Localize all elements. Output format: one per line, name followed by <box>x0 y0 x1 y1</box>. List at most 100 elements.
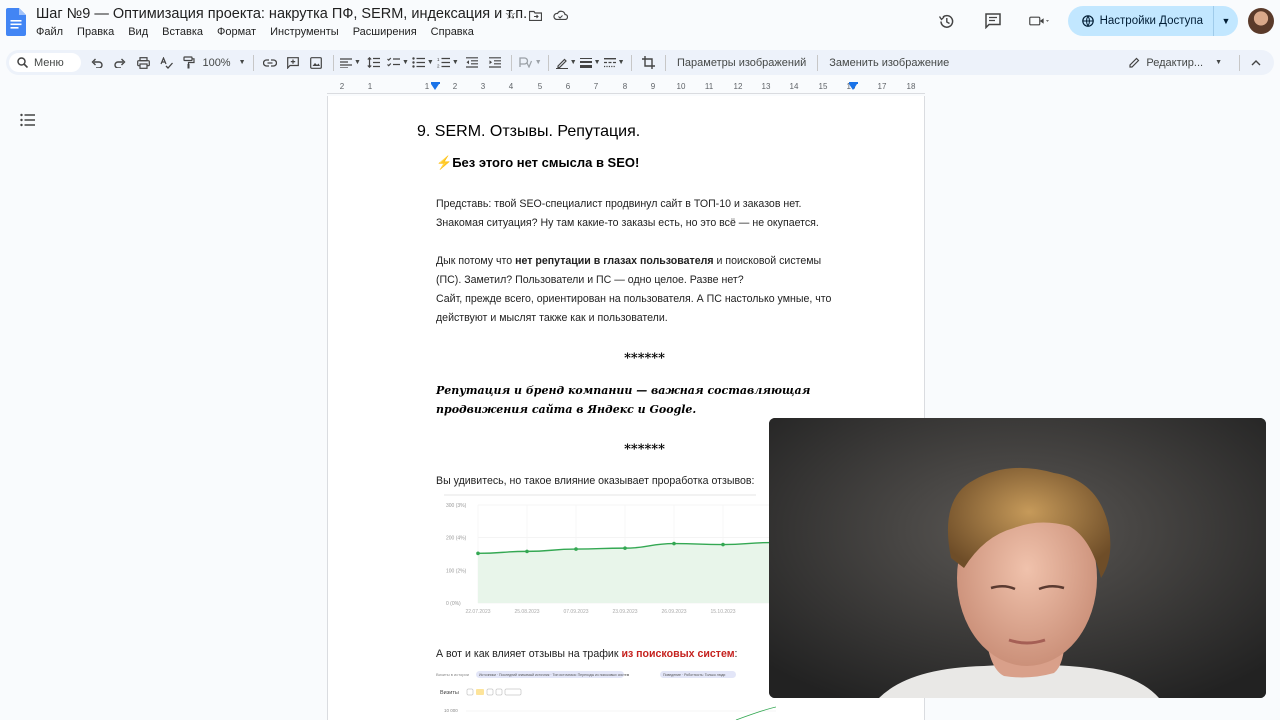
filter-chip-label: Поведение · Роботность: Только люди <box>663 673 725 677</box>
text-line: Представь: твой SEO-специалист продвинул… <box>436 198 802 210</box>
chart2-legend-label: Визиты в истории <box>436 672 469 677</box>
numbered-list-icon[interactable]: 1 2 ▼ <box>437 53 459 73</box>
menu-insert[interactable]: Вставка <box>162 26 203 38</box>
crop-icon[interactable] <box>639 53 659 73</box>
avatar[interactable] <box>1248 8 1274 34</box>
decrease-indent-icon[interactable] <box>462 53 482 73</box>
webcam-overlay[interactable] <box>769 418 1266 698</box>
red-text: из поисковых систем <box>621 648 735 660</box>
bold-text: нет репутации в глазах пользователя <box>515 255 714 267</box>
traffic-chart-image[interactable]: Визиты в истории Источники · Последний з… <box>436 669 776 720</box>
data-point <box>672 541 676 546</box>
ruler-label: 4 <box>508 82 514 91</box>
checklist-icon[interactable]: ▼ <box>387 53 409 73</box>
editing-mode-label: Редактир... <box>1146 56 1204 69</box>
spellcheck-icon[interactable] <box>156 53 176 73</box>
ruler[interactable]: 2 1 1 2 3 4 5 6 7 8 9 10 11 12 13 14 15 … <box>327 82 925 94</box>
menu-bar: Файл Правка Вид Вставка Формат Инструмен… <box>36 26 474 38</box>
add-comment-icon[interactable] <box>283 53 303 73</box>
ruler-label: 17 <box>877 82 887 91</box>
filter-chip-label: Источники · Последний значимый источник … <box>479 673 630 677</box>
chart2-option <box>504 688 522 696</box>
image-options-button[interactable]: Параметры изображений <box>671 57 812 69</box>
star-icon[interactable]: ☆ <box>502 7 519 22</box>
menu-help[interactable]: Справка <box>431 26 474 38</box>
align-icon[interactable]: ▼ <box>340 53 361 73</box>
data-point <box>476 551 480 556</box>
comments-icon[interactable] <box>983 11 1003 31</box>
ruler-label: 15 <box>818 82 828 91</box>
docs-logo-icon[interactable] <box>6 8 26 36</box>
ruler-label: 7 <box>593 82 599 91</box>
move-folder-icon[interactable] <box>527 8 544 22</box>
pencil-icon <box>1129 57 1140 68</box>
menu-view[interactable]: Вид <box>128 26 148 38</box>
x-tick-label: 25.08.2023 <box>514 609 539 615</box>
link-icon[interactable] <box>260 53 280 73</box>
toolbar: Меню 100% ▼ ▼ ▼ ▼ 1 2 ▼ ▼ ▼ ▼ ▼ Параметр… <box>6 50 1274 75</box>
x-tick-label: 23.09.2023 <box>612 609 637 615</box>
y-tick-label: 0 (0%) <box>446 601 461 607</box>
title-icons: ☆ <box>502 7 569 22</box>
menu-tools[interactable]: Инструменты <box>270 26 339 38</box>
menu-edit[interactable]: Правка <box>77 26 114 38</box>
line-spacing-icon[interactable] <box>364 53 384 73</box>
share-dropdown-icon[interactable]: ▼ <box>1214 16 1238 26</box>
separator <box>548 54 550 71</box>
separator <box>665 54 666 71</box>
print-icon[interactable] <box>133 53 153 73</box>
subheading-text: Без этого нет смысла в SEO! <box>452 155 640 170</box>
ruler-label: 13 <box>761 82 771 91</box>
meet-video-icon[interactable] <box>1028 11 1049 31</box>
share-button[interactable]: Настройки Доступа ▼ <box>1067 6 1238 36</box>
ruler-label: 10 <box>676 82 686 91</box>
paragraph-reviews-intro: Вы удивитесь, но такое влияние оказывает… <box>436 475 755 487</box>
menu-extensions[interactable]: Расширения <box>353 26 417 38</box>
chart2-option <box>466 688 474 696</box>
data-point <box>574 547 578 551</box>
zoom-select[interactable]: 100% ▼ <box>202 53 246 73</box>
text-run: Дык потому что <box>436 255 516 267</box>
top-right-actions: Настройки Доступа ▼ <box>924 6 1280 36</box>
insert-image-icon[interactable] <box>306 53 326 73</box>
version-history-icon[interactable] <box>937 11 957 31</box>
border-dash-icon[interactable]: ▼ <box>603 53 625 73</box>
editing-mode-select[interactable]: Редактир... ▼ <box>1119 53 1232 73</box>
document-outline-icon[interactable] <box>20 113 36 127</box>
zoom-value: 100% <box>202 56 231 69</box>
chart2-y-label: 10 000 <box>444 708 458 713</box>
x-tick-label: 07.09.2023 <box>563 609 588 615</box>
menu-file[interactable]: Файл <box>36 26 63 38</box>
border-weight-icon[interactable]: ▼ <box>579 53 601 73</box>
text-run: : <box>734 648 738 660</box>
ruler-label: 11 <box>704 82 714 91</box>
cloud-saved-icon[interactable] <box>552 8 569 22</box>
menu-search[interactable]: Меню <box>9 53 81 72</box>
ruler-label: 12 <box>733 82 743 91</box>
share-main[interactable]: Настройки Доступа <box>1068 6 1214 36</box>
document-title[interactable]: Шаг №9 — Оптимизация проекта: накрутка П… <box>36 6 527 22</box>
collapse-menus-icon[interactable] <box>1246 53 1266 73</box>
toolbar-right: Редактир... ▼ <box>1118 53 1274 73</box>
top-bar: Шаг №9 — Оптимизация проекта: накрутка П… <box>0 0 1280 48</box>
bulleted-list-icon[interactable]: ▼ <box>412 53 434 73</box>
ruler-label: 3 <box>480 82 486 91</box>
text-line: Знакомая ситуация? Ну там какие-то заказ… <box>436 217 819 229</box>
border-color-icon[interactable]: ▼ <box>555 53 577 73</box>
reviews-chart-image[interactable]: 300 (3%) 200 (4%) 100 (2%) 0 (0%) 22.07.202… <box>436 493 776 621</box>
paint-format-icon[interactable] <box>179 53 199 73</box>
chart2-option <box>495 688 503 696</box>
separator <box>511 54 513 71</box>
left-indent-marker[interactable] <box>431 84 439 90</box>
clear-format-icon[interactable]: ▼ <box>519 53 542 73</box>
right-indent-marker[interactable] <box>849 84 857 90</box>
replace-image-button[interactable]: Заменить изображение <box>823 57 955 69</box>
menu-format[interactable]: Формат <box>217 26 256 38</box>
x-tick-label: 22.07.2023 <box>465 609 490 615</box>
chip-separator: × <box>627 672 630 677</box>
separator <box>332 54 334 71</box>
redo-icon[interactable] <box>110 53 130 73</box>
increase-indent-icon[interactable] <box>485 53 505 73</box>
paragraph-intro: Представь: твой SEO-специалист продвинул… <box>436 195 856 233</box>
undo-icon[interactable] <box>87 53 107 73</box>
